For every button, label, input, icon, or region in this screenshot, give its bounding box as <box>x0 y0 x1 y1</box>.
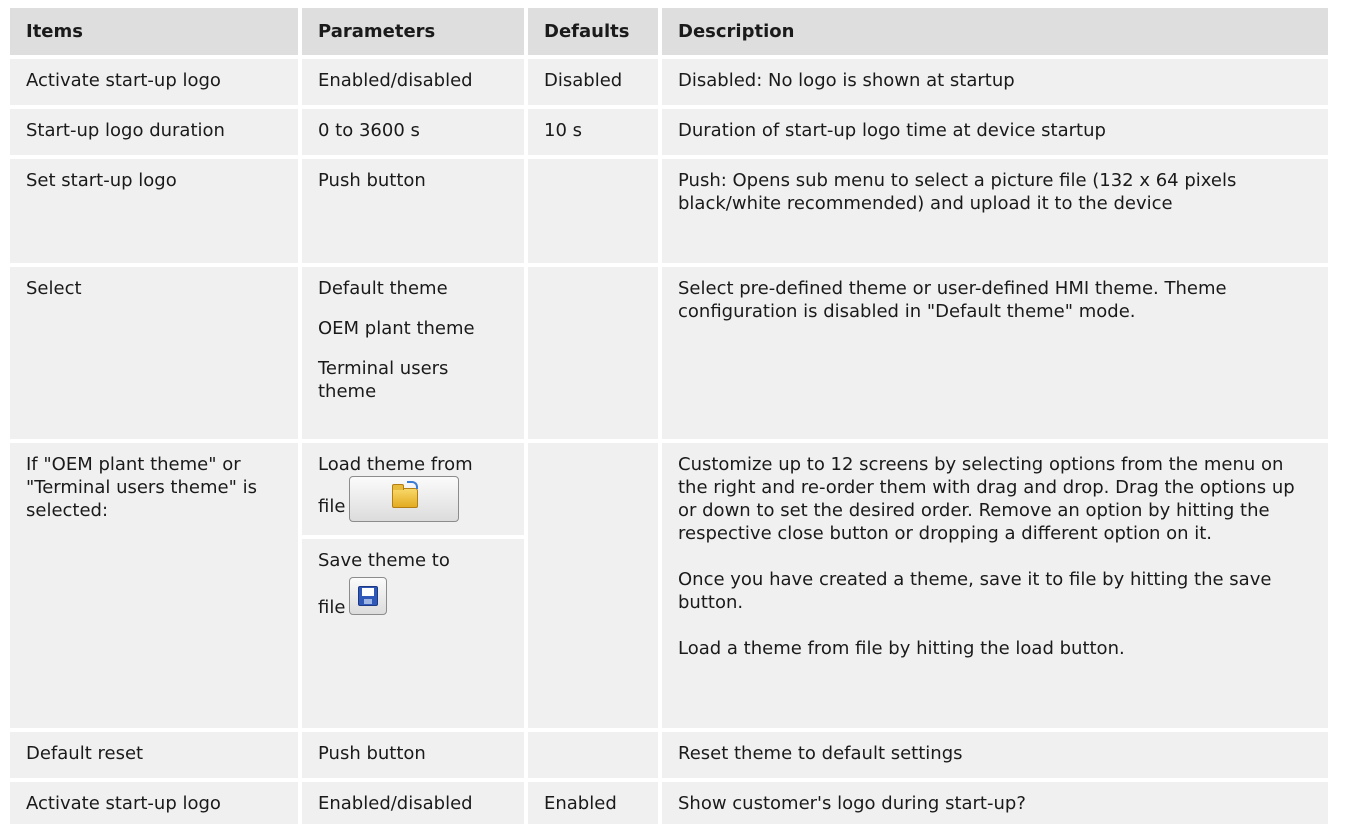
parameter-cell: Push button <box>302 732 524 778</box>
header-items: Items <box>10 8 298 55</box>
parameter-cell: Push button <box>302 159 524 263</box>
item-cell: Activate start-up logo <box>10 59 298 105</box>
description-cell: Duration of start-up logo time at device… <box>662 109 1328 155</box>
parameter-cell: 0 to 3600 s <box>302 109 524 155</box>
default-cell: 10 s <box>528 109 658 155</box>
parameter-options-cell: Default theme OEM plant theme Terminal u… <box>302 267 524 439</box>
table-header-row: Items Parameters Defaults Description <box>10 8 1352 55</box>
description-paragraph: Customize up to 12 screens by selecting … <box>678 454 1295 544</box>
header-parameters: Parameters <box>302 8 524 55</box>
default-cell: Disabled <box>528 59 658 105</box>
description-paragraph: Load a theme from file by hitting the lo… <box>678 638 1125 659</box>
load-theme-label: Load theme from <box>318 454 473 475</box>
table-row: Default reset Push button Reset theme to… <box>10 732 1352 778</box>
table-row: Start-up logo duration 0 to 3600 s 10 s … <box>10 109 1352 155</box>
default-cell <box>528 159 658 263</box>
header-defaults: Defaults <box>528 8 658 55</box>
header-description: Description <box>662 8 1328 55</box>
table-row: Activate start-up logo Enabled/disabled … <box>10 782 1352 824</box>
description-cell: Disabled: No logo is shown at startup <box>662 59 1328 105</box>
description-cell: Push: Opens sub menu to select a picture… <box>662 159 1328 263</box>
load-theme-button[interactable] <box>349 476 460 522</box>
file-actions-cell: Load theme from file Save theme to file <box>302 443 524 728</box>
load-theme-subcell: Load theme from file <box>302 443 524 535</box>
table-row: Set start-up logo Push button Push: Open… <box>10 159 1352 263</box>
item-cell: Set start-up logo <box>10 159 298 263</box>
load-theme-file-label: file <box>318 496 346 517</box>
option-oem-plant-theme: OEM plant theme <box>318 318 475 339</box>
save-theme-label: Save theme to <box>318 550 450 571</box>
default-cell: Enabled <box>528 782 658 824</box>
item-cell: Activate start-up logo <box>10 782 298 824</box>
item-cell: Select <box>10 267 298 439</box>
description-cell: Show customer's logo during start-up? <box>662 782 1328 824</box>
save-theme-button[interactable] <box>349 577 388 615</box>
save-disk-icon <box>358 586 379 606</box>
default-cell <box>528 267 658 439</box>
table-row: Select Default theme OEM plant theme Ter… <box>10 267 1352 439</box>
table-row: If "OEM plant theme" or "Terminal users … <box>10 443 1352 728</box>
description-paragraph: Once you have created a theme, save it t… <box>678 569 1272 613</box>
option-default-theme: Default theme <box>318 278 448 299</box>
description-cell: Select pre-defined theme or user-defined… <box>662 267 1328 439</box>
parameter-cell: Enabled/disabled <box>302 59 524 105</box>
item-cell: If "OEM plant theme" or "Terminal users … <box>10 443 298 728</box>
table-row: Activate start-up logo Enabled/disabled … <box>10 59 1352 105</box>
default-cell <box>528 443 658 728</box>
open-folder-icon <box>392 481 419 508</box>
parameter-table: Items Parameters Defaults Description Ac… <box>10 8 1352 828</box>
default-cell <box>528 732 658 778</box>
description-cell: Reset theme to default settings <box>662 732 1328 778</box>
parameter-cell: Enabled/disabled <box>302 782 524 824</box>
option-terminal-users-theme: Terminal users theme <box>318 358 449 402</box>
item-cell: Start-up logo duration <box>10 109 298 155</box>
save-theme-subcell: Save theme to file <box>302 539 524 728</box>
description-cell: Customize up to 12 screens by selecting … <box>662 443 1328 728</box>
save-theme-file-label: file <box>318 597 346 618</box>
item-cell: Default reset <box>10 732 298 778</box>
